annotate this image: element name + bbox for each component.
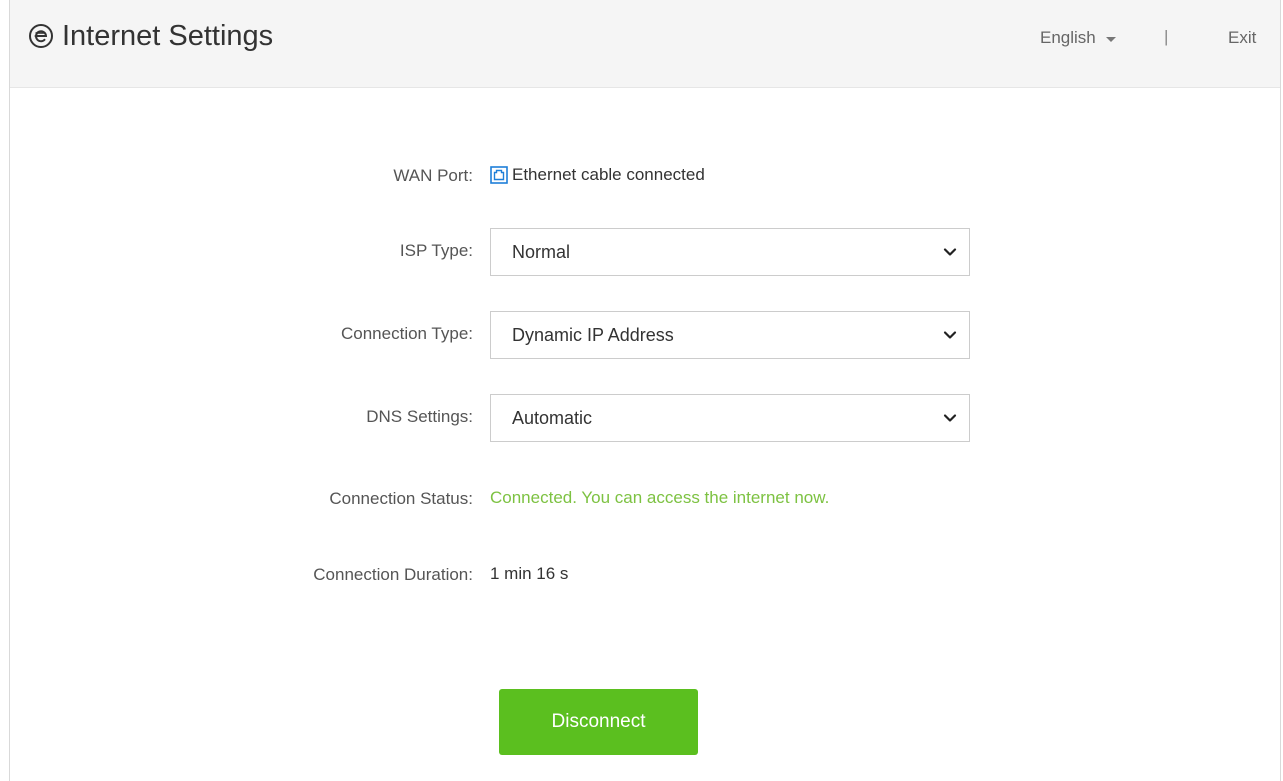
ethernet-port-icon xyxy=(490,166,508,184)
language-label: English xyxy=(1040,28,1096,47)
wan-port-status: Ethernet cable connected xyxy=(490,165,705,185)
internet-e-icon xyxy=(29,24,53,48)
connection-duration-label: Connection Duration: xyxy=(313,565,473,584)
page-header: Internet Settings English | Exit xyxy=(10,0,1280,88)
connection-type-value: Dynamic IP Address xyxy=(512,325,674,345)
page-frame: Internet Settings English | Exit WAN Por… xyxy=(9,0,1281,781)
dns-settings-value: Automatic xyxy=(512,408,593,428)
caret-down-icon xyxy=(1105,36,1116,42)
chevron-down-icon xyxy=(943,248,957,256)
connection-duration-value: 1 min 16 s xyxy=(490,564,569,583)
connection-type-select[interactable]: Dynamic IP Address xyxy=(490,311,970,359)
connection-type-label: Connection Type: xyxy=(341,324,473,343)
dns-settings-select[interactable]: Automatic xyxy=(490,394,970,442)
chevron-down-icon xyxy=(943,331,957,339)
exit-link[interactable]: Exit xyxy=(1228,28,1256,48)
dns-settings-label: DNS Settings: xyxy=(366,407,473,426)
connection-status-label: Connection Status: xyxy=(329,489,473,508)
disconnect-button[interactable]: Disconnect xyxy=(499,689,698,755)
isp-type-label: ISP Type: xyxy=(399,241,473,260)
page-title-wrap: Internet Settings xyxy=(28,18,273,58)
disconnect-button-label: Disconnect xyxy=(551,711,646,732)
wan-port-label: WAN Port: xyxy=(393,166,473,185)
isp-type-select[interactable]: Normal xyxy=(490,228,970,276)
page-title: Internet Settings xyxy=(62,20,274,52)
language-dropdown[interactable]: English xyxy=(1040,28,1116,48)
wan-port-value: Ethernet cable connected xyxy=(512,165,705,184)
chevron-down-icon xyxy=(943,414,957,422)
header-divider: | xyxy=(1164,27,1169,46)
isp-type-value: Normal xyxy=(512,242,571,262)
connection-status-value: Connected. You can access the internet n… xyxy=(490,488,830,507)
